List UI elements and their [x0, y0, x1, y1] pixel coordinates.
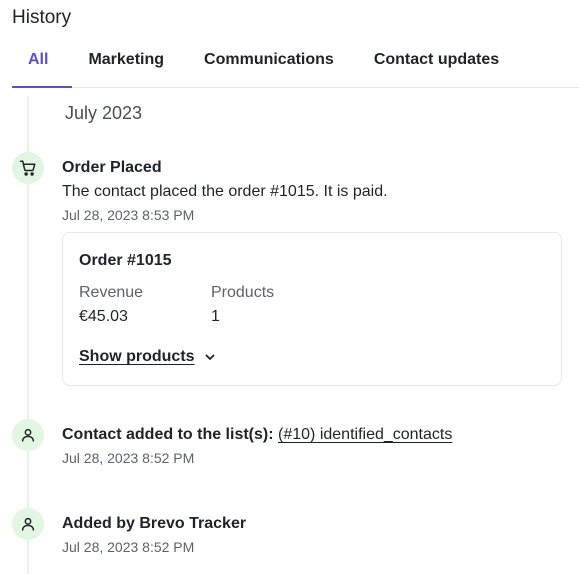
show-products-label: Show products — [79, 348, 195, 365]
tab-all[interactable]: All — [12, 44, 73, 88]
event-timestamp: Jul 28, 2023 8:53 PM — [62, 207, 195, 223]
cart-icon — [12, 152, 44, 184]
event-timestamp: Jul 28, 2023 8:52 PM — [62, 539, 195, 555]
event-timestamp: Jul 28, 2023 8:52 PM — [62, 450, 195, 466]
event-title: Order Placed — [62, 159, 162, 176]
revenue-value: €45.03 — [79, 308, 128, 325]
page-title: History — [12, 7, 72, 28]
tab-contact-updates[interactable]: Contact updates — [374, 44, 499, 87]
event-title-text: Contact added to the list(s): — [62, 426, 274, 443]
user-icon — [12, 419, 44, 451]
event-description: The contact placed the order #1015. It i… — [62, 183, 388, 200]
timeline-month: July 2023 — [65, 103, 143, 123]
order-card: Order #1015 Revenue €45.03 Products 1 Sh… — [62, 232, 562, 386]
list-link[interactable]: (#10) identified_contacts — [278, 426, 452, 443]
tab-bar: All Marketing Communications Contact upd… — [12, 44, 579, 88]
event-title: Contact added to the list(s): (#10) iden… — [62, 426, 452, 444]
revenue-label: Revenue — [79, 284, 144, 301]
tab-communications[interactable]: Communications — [204, 44, 334, 87]
products-label: Products — [211, 284, 275, 301]
chevron-down-icon — [205, 354, 214, 360]
show-products-button[interactable]: Show products — [79, 348, 216, 366]
order-title: Order #1015 — [79, 252, 172, 269]
history-panel: History All Marketing Communications Con… — [0, 0, 579, 574]
event-title: Added by Brevo Tracker — [62, 515, 247, 532]
tab-marketing[interactable]: Marketing — [88, 44, 164, 87]
products-value: 1 — [211, 308, 220, 325]
user-icon — [12, 508, 44, 540]
